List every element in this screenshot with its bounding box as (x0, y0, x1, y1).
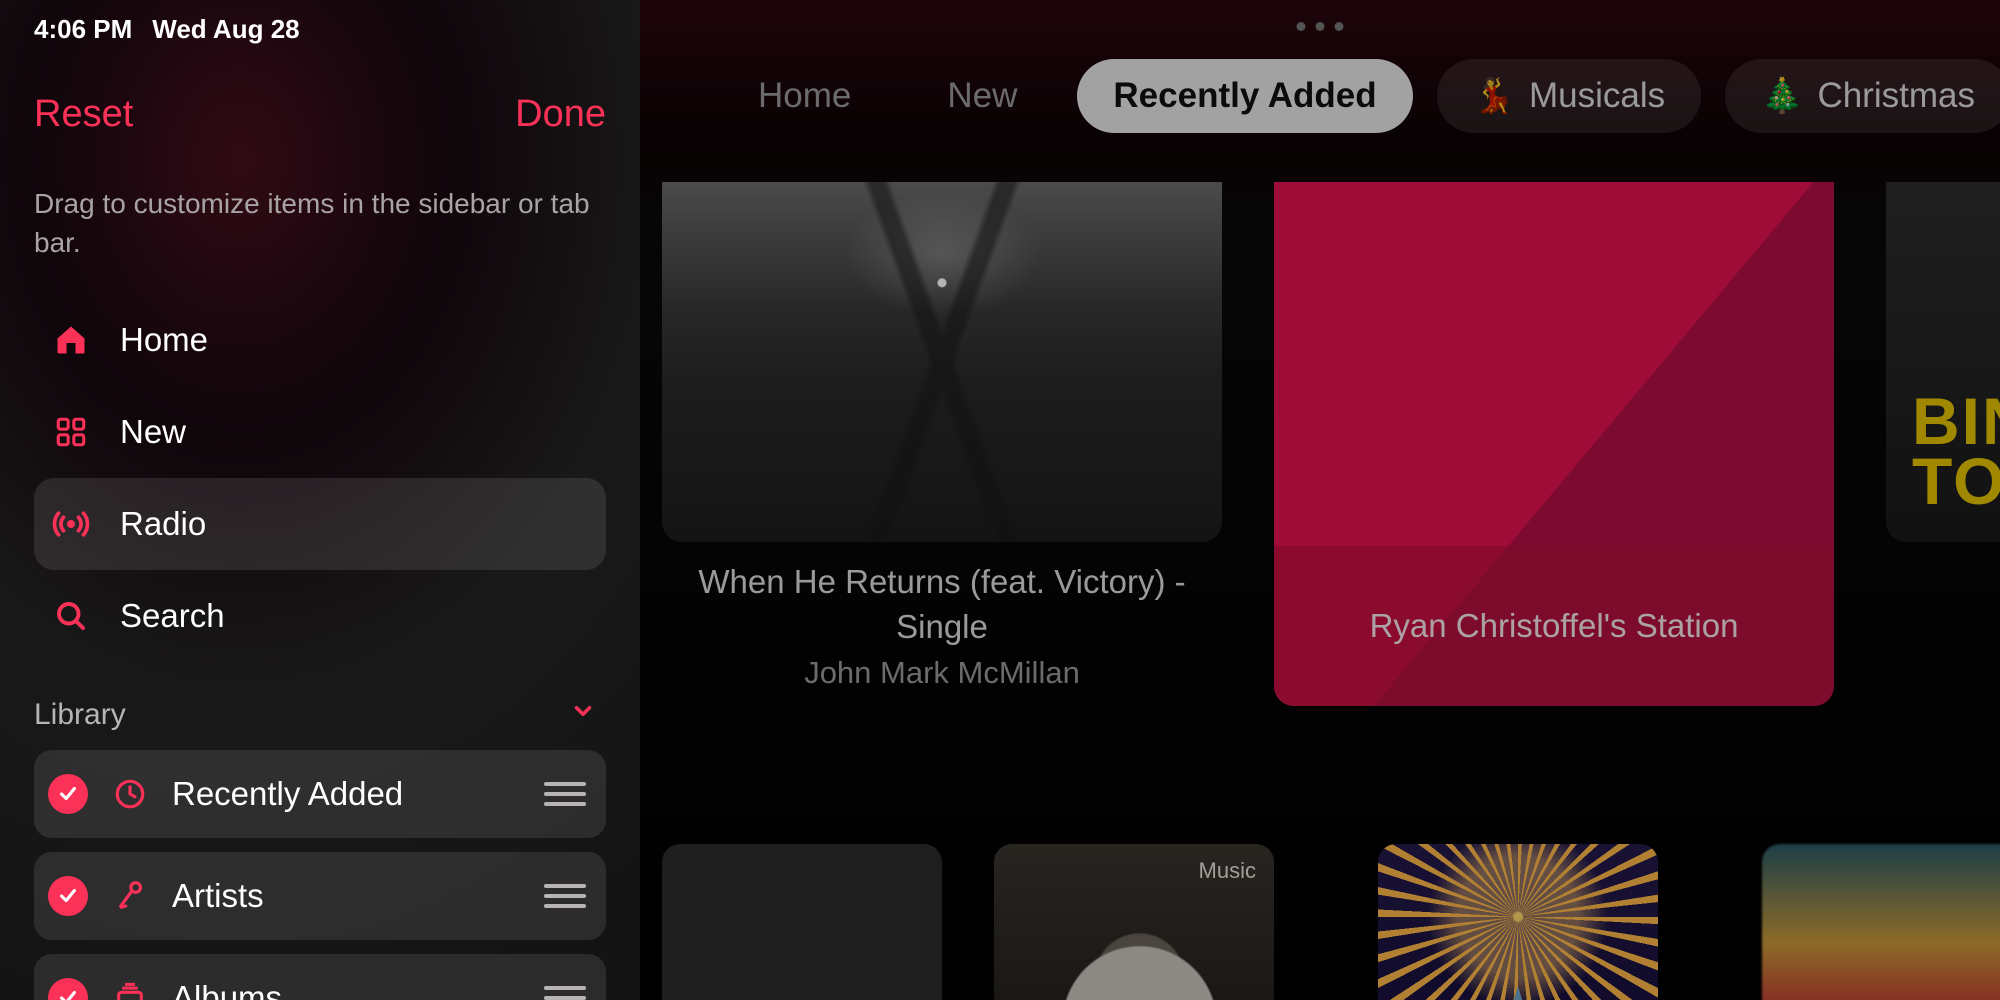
reset-button[interactable]: Reset (34, 93, 133, 136)
library-item-label: Artists (172, 877, 522, 915)
done-button[interactable]: Done (515, 93, 606, 136)
library-item-albums[interactable]: Albums (34, 954, 606, 1000)
tree-icon: 🎄 (1761, 76, 1803, 116)
card-artist: John Mark McMillan (662, 655, 1222, 691)
window-handle-icon[interactable] (1297, 22, 1344, 31)
tab-label: Recently Added (1113, 76, 1376, 116)
tab-label: New (947, 76, 1017, 116)
sidebar-item-radio[interactable]: Radio (34, 478, 606, 570)
card-when-he-returns[interactable]: When He Returns (feat. Victory) - Single… (662, 182, 1222, 706)
radio-icon (50, 504, 92, 544)
sidebar-item-home[interactable]: Home (34, 294, 606, 386)
thumbnail[interactable] (1378, 844, 1658, 1000)
microphone-icon (110, 879, 150, 913)
grid-icon (50, 415, 92, 449)
thumbnail[interactable]: Music (994, 844, 1274, 1000)
card-artist: Jordan & S (1886, 605, 2000, 650)
tab-label: Home (758, 76, 851, 116)
card-title: Ryan Christoffel's Station (1274, 546, 1834, 706)
library-item-recently-added[interactable]: Recently Added (34, 750, 606, 838)
tab-recently-added[interactable]: Recently Added (1077, 59, 1412, 133)
card-bind-us[interactable]: BINI TOG Bind Us T Jordan & S The (1886, 182, 2000, 706)
sidebar-item-search[interactable]: Search (34, 570, 606, 662)
library-item-label: Recently Added (172, 775, 522, 813)
search-icon (50, 598, 92, 634)
stack-icon (110, 981, 150, 1000)
clock-icon (110, 777, 150, 811)
album-art (662, 182, 1222, 542)
sidebar-hint: Drag to customize items in the sidebar o… (34, 184, 606, 262)
chevron-down-icon (570, 698, 596, 732)
status-bar: 4:06 PM Wed Aug 28 (34, 0, 606, 45)
tab-home[interactable]: Home (722, 59, 887, 133)
status-time: 4:06 PM (34, 14, 132, 45)
cover-text: TOG (1912, 451, 2000, 512)
library-header[interactable]: Library (34, 698, 606, 732)
tab-new[interactable]: New (911, 59, 1053, 133)
card-station[interactable]: Ryan Christoffel's Station (1274, 182, 1834, 706)
drag-handle-icon[interactable] (544, 986, 586, 1000)
tab-label: Musicals (1529, 76, 1665, 116)
drag-handle-icon[interactable] (544, 884, 586, 908)
cover-text: BINI (1912, 391, 2000, 452)
library-item-artists[interactable]: Artists (34, 852, 606, 940)
dancer-icon: 💃 (1473, 76, 1515, 116)
card-artist-2: The (1886, 655, 2000, 691)
card-title: When He Returns (feat. Victory) - Single (662, 560, 1222, 649)
sidebar: 4:06 PM Wed Aug 28 Reset Done Drag to cu… (0, 0, 640, 1000)
tab-musicals[interactable]: 💃 Musicals (1437, 59, 1701, 133)
sidebar-item-new[interactable]: New (34, 386, 606, 478)
tab-bar: Home New Recently Added 💃 Musicals 🎄 Chr… (722, 56, 2000, 136)
apple-music-tag: Music (1199, 858, 1256, 884)
thumbnail[interactable] (1762, 844, 2000, 1000)
sidebar-item-label: New (120, 413, 186, 451)
status-date: Wed Aug 28 (152, 14, 299, 45)
sidebar-item-label: Home (120, 321, 208, 359)
library-item-label: Albums (172, 979, 522, 1000)
drag-handle-icon[interactable] (544, 782, 586, 806)
main-content: Home New Recently Added 💃 Musicals 🎄 Chr… (640, 0, 2000, 1000)
tab-label: Christmas (1817, 76, 1975, 116)
tab-christmas[interactable]: 🎄 Christmas (1725, 59, 2000, 133)
thumbnail[interactable] (662, 844, 942, 1000)
home-icon (50, 322, 92, 358)
check-icon (48, 774, 88, 814)
album-art: BINI TOG (1886, 182, 2000, 542)
sidebar-item-label: Radio (120, 505, 206, 543)
sidebar-item-label: Search (120, 597, 225, 635)
check-icon (48, 876, 88, 916)
station-art: Ryan Christoffel's Station (1274, 182, 1834, 706)
card-title: Bind Us T (1886, 560, 2000, 605)
check-icon (48, 978, 88, 1000)
library-header-label: Library (34, 698, 126, 732)
